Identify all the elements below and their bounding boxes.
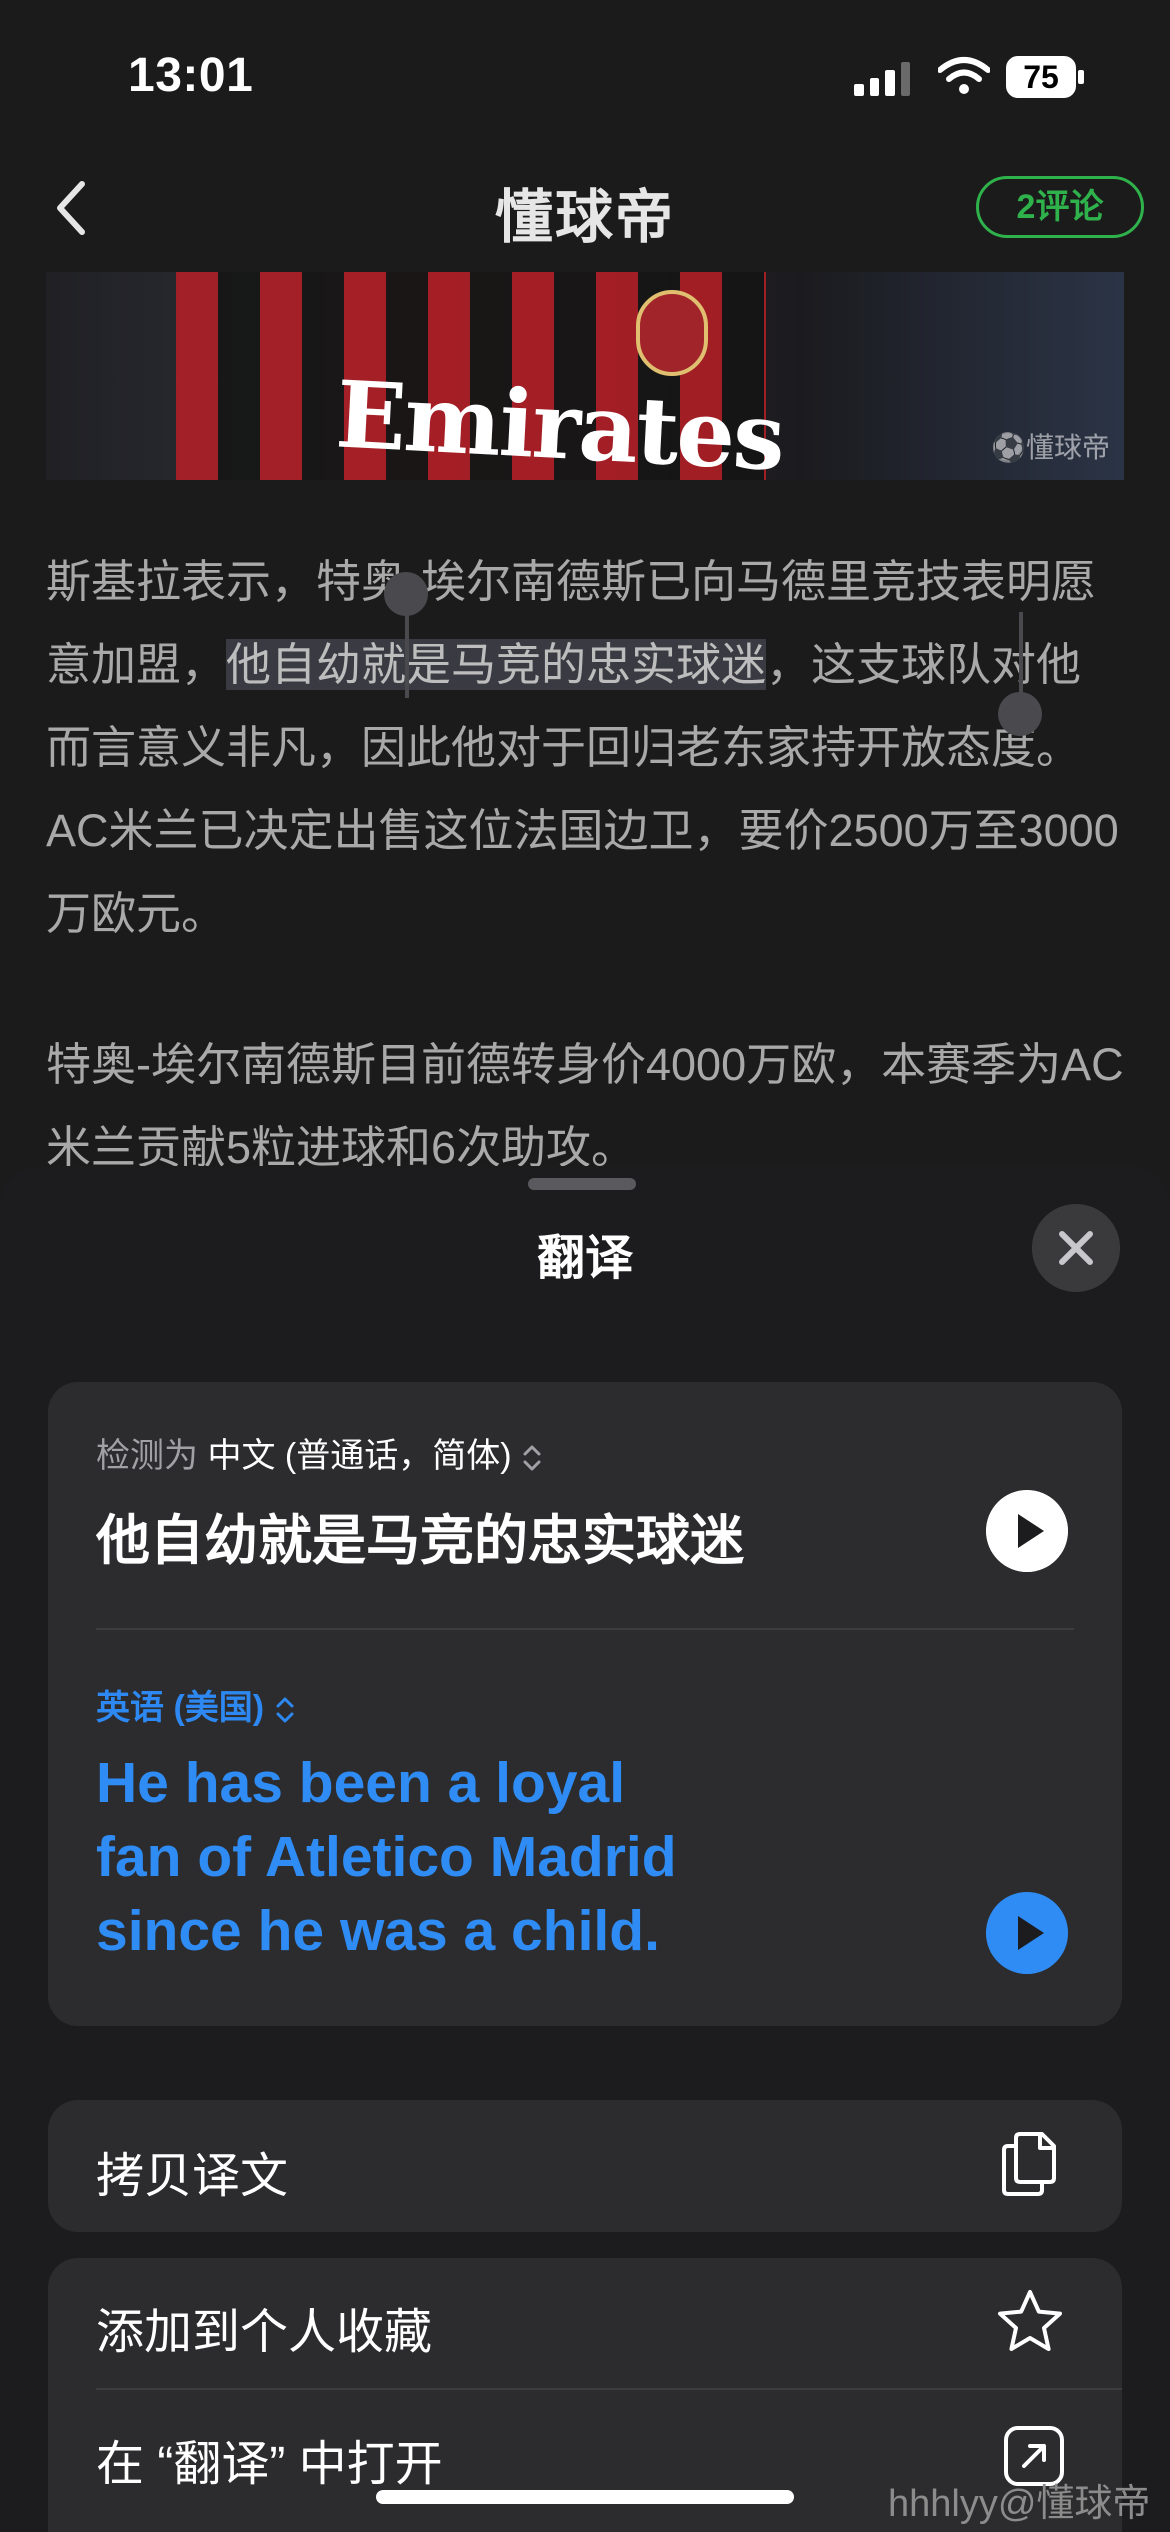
copy-translation-label: 拷贝译文 xyxy=(96,2150,289,2203)
battery-level: 75 xyxy=(1023,59,1059,95)
selection-start-caret xyxy=(405,610,409,698)
play-icon[interactable] xyxy=(986,1490,1068,1572)
selected-text[interactable]: 他自幼就是马竞的忠实球迷 xyxy=(226,639,767,690)
wifi-icon xyxy=(938,57,990,94)
source-text: 他自幼就是马竞的忠实球迷 xyxy=(96,1511,744,1571)
selection-end-handle[interactable] xyxy=(998,692,1042,736)
article-paragraph: 特奥-埃尔南德斯目前德转身价4000万欧，本赛季为AC米兰贡献5粒进球和6次助攻… xyxy=(46,1039,1124,1173)
cellular-signal-icon xyxy=(854,60,910,96)
comments-button[interactable]: 2评论 xyxy=(976,176,1144,238)
status-time: 13:01 xyxy=(128,49,254,102)
translated-text: He has been a loyal fan of Atletico Madr… xyxy=(96,1746,796,1968)
copy-icon xyxy=(1002,2132,1056,2196)
chevron-updown-icon xyxy=(523,1445,541,1471)
home-indicator[interactable] xyxy=(376,2490,794,2504)
translated-line: He has been a loyal xyxy=(96,1751,626,1815)
add-to-favorites-label: 添加到个人收藏 xyxy=(96,2306,433,2359)
article-image: Emirates ⚽懂球帝 xyxy=(46,272,1124,480)
image-watermark: hhhlyy@懂球帝 xyxy=(888,2483,1151,2525)
sheet-grabber[interactable] xyxy=(528,1178,636,1190)
translated-line: since he was a child. xyxy=(96,1899,660,1963)
open-in-translate-label: 在 “翻译” 中打开 xyxy=(96,2438,443,2491)
detected-language[interactable]: 检测为 中文 (普通话，简体) xyxy=(96,1428,543,1477)
image-watermark: ⚽懂球帝 xyxy=(991,432,1110,463)
battery-icon: 75 xyxy=(1006,56,1086,98)
article-paragraph: 斯基拉表示，特奥-埃尔南德斯已向马德里竞技表明愿意加盟，他自幼就是马竞的忠实球迷… xyxy=(46,540,1126,955)
club-crest xyxy=(636,290,708,376)
close-icon[interactable] xyxy=(1032,1204,1120,1292)
card-divider xyxy=(96,1628,1074,1630)
translated-line: fan of Atletico Madrid xyxy=(96,1825,677,1889)
chevron-updown-icon xyxy=(276,1697,294,1723)
target-language[interactable]: 英语 (美国) xyxy=(96,1680,296,1729)
star-icon xyxy=(998,2290,1062,2351)
sheet-title: 翻译 xyxy=(536,1232,633,1285)
source-language: 中文 (普通话，简体) xyxy=(207,1437,512,1475)
detect-prefix: 检测为 xyxy=(96,1437,198,1475)
play-icon[interactable] xyxy=(986,1892,1068,1974)
selection-end-caret xyxy=(1019,612,1023,700)
target-language-label: 英语 (美国) xyxy=(96,1689,265,1727)
